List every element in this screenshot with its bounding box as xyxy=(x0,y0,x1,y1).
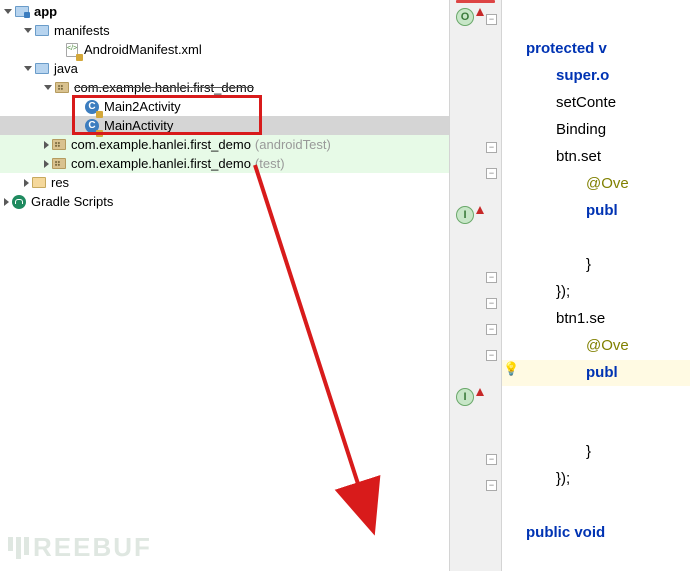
code-token: @Ove xyxy=(586,337,629,354)
override-gutter-icon[interactable]: O xyxy=(456,8,474,26)
code-token: protected v xyxy=(526,40,607,57)
code-token: public void xyxy=(526,524,605,541)
code-token: }); xyxy=(502,470,570,487)
code-token: Binding xyxy=(502,121,606,138)
tree-node-pkg-main[interactable]: com.example.hanlei.first_demo xyxy=(0,78,449,97)
chevron-right-icon[interactable] xyxy=(4,198,9,206)
code-token: btn.set xyxy=(502,148,601,165)
intention-bulb-icon[interactable] xyxy=(504,360,518,374)
fold-toggle-icon[interactable]: − xyxy=(486,324,497,335)
tree-label: AndroidManifest.xml xyxy=(84,42,202,57)
code-token: publ xyxy=(586,202,618,219)
project-tree[interactable]: app manifests AndroidManifest.xml java xyxy=(0,0,449,211)
code-token: publ xyxy=(586,364,618,381)
fold-toggle-icon[interactable]: − xyxy=(486,168,497,179)
tree-label: manifests xyxy=(54,23,110,38)
gradle-icon xyxy=(11,194,27,210)
chevron-right-icon[interactable] xyxy=(44,141,49,149)
package-icon xyxy=(51,137,67,153)
editor-gutter[interactable]: O − − − − − − − − − I I xyxy=(450,0,502,571)
code-token: @Ove xyxy=(586,175,629,192)
tree-label: Main2Activity xyxy=(104,99,181,114)
tree-node-gradle[interactable]: Gradle Scripts xyxy=(0,192,449,211)
tree-node-pkg-androidtest[interactable]: com.example.hanlei.first_demo (androidTe… xyxy=(0,135,449,154)
tree-node-mainactivity[interactable]: C MainActivity xyxy=(0,116,449,135)
tree-node-manifest-file[interactable]: AndroidManifest.xml xyxy=(0,40,449,59)
up-arrow-icon xyxy=(476,388,484,396)
chevron-down-icon[interactable] xyxy=(24,66,32,71)
up-arrow-icon xyxy=(476,8,484,16)
tree-hint: (androidTest) xyxy=(255,137,331,152)
tree-label: Gradle Scripts xyxy=(31,194,113,209)
tree-node-java[interactable]: java xyxy=(0,59,449,78)
tree-label: res xyxy=(51,175,69,190)
chevron-down-icon[interactable] xyxy=(4,9,12,14)
code-token: }); xyxy=(502,283,570,300)
chevron-down-icon[interactable] xyxy=(44,85,52,90)
chevron-down-icon[interactable] xyxy=(24,28,32,33)
code-token: super.o xyxy=(556,67,609,84)
ide-window: app manifests AndroidManifest.xml java xyxy=(0,0,690,571)
fold-toggle-icon[interactable]: − xyxy=(486,14,497,25)
tree-node-res[interactable]: res xyxy=(0,173,449,192)
code-token: } xyxy=(502,256,591,273)
implements-gutter-icon[interactable]: I xyxy=(456,206,474,224)
up-arrow-icon xyxy=(476,206,484,214)
code-token: setConte xyxy=(502,94,616,111)
project-tree-panel: app manifests AndroidManifest.xml java xyxy=(0,0,450,571)
folder-icon xyxy=(34,61,50,77)
module-folder-icon xyxy=(14,4,30,20)
fold-toggle-icon[interactable]: − xyxy=(486,298,497,309)
package-icon xyxy=(51,156,67,172)
watermark-text: REEBUF xyxy=(33,532,152,563)
fold-toggle-icon[interactable]: − xyxy=(486,142,497,153)
tree-label: app xyxy=(34,4,57,19)
tree-node-app[interactable]: app xyxy=(0,2,449,21)
fold-toggle-icon[interactable]: − xyxy=(486,480,497,491)
class-icon: C xyxy=(84,118,100,134)
tree-label: com.example.hanlei.first_demo xyxy=(74,80,254,95)
fold-toggle-icon[interactable]: − xyxy=(486,272,497,283)
tree-node-main2activity[interactable]: C Main2Activity xyxy=(0,97,449,116)
package-icon xyxy=(54,80,70,96)
chevron-right-icon[interactable] xyxy=(44,160,49,168)
tree-label: java xyxy=(54,61,78,76)
editor-panel: O − − − − − − − − − I I protected v supe… xyxy=(450,0,690,571)
chevron-right-icon[interactable] xyxy=(24,179,29,187)
code-token: btn1.se xyxy=(502,310,605,327)
folder-icon xyxy=(34,23,50,39)
tree-label: MainActivity xyxy=(104,118,173,133)
tree-node-manifests[interactable]: manifests xyxy=(0,21,449,40)
tree-node-pkg-test[interactable]: com.example.hanlei.first_demo (test) xyxy=(0,154,449,173)
tree-label: com.example.hanlei.first_demo xyxy=(71,156,251,171)
res-folder-icon xyxy=(31,175,47,191)
fold-toggle-icon[interactable]: − xyxy=(486,454,497,465)
xml-file-icon xyxy=(64,42,80,58)
implements-gutter-icon[interactable]: I xyxy=(456,388,474,406)
class-icon: C xyxy=(84,99,100,115)
watermark: REEBUF xyxy=(8,532,152,563)
watermark-bars-icon xyxy=(8,537,29,559)
tree-hint: (test) xyxy=(255,156,285,171)
error-strip-icon xyxy=(456,0,495,3)
code-token: } xyxy=(502,443,591,460)
tree-label: com.example.hanlei.first_demo xyxy=(71,137,251,152)
editor-code[interactable]: protected v super.o setConte Binding btn… xyxy=(502,0,690,571)
fold-toggle-icon[interactable]: − xyxy=(486,350,497,361)
